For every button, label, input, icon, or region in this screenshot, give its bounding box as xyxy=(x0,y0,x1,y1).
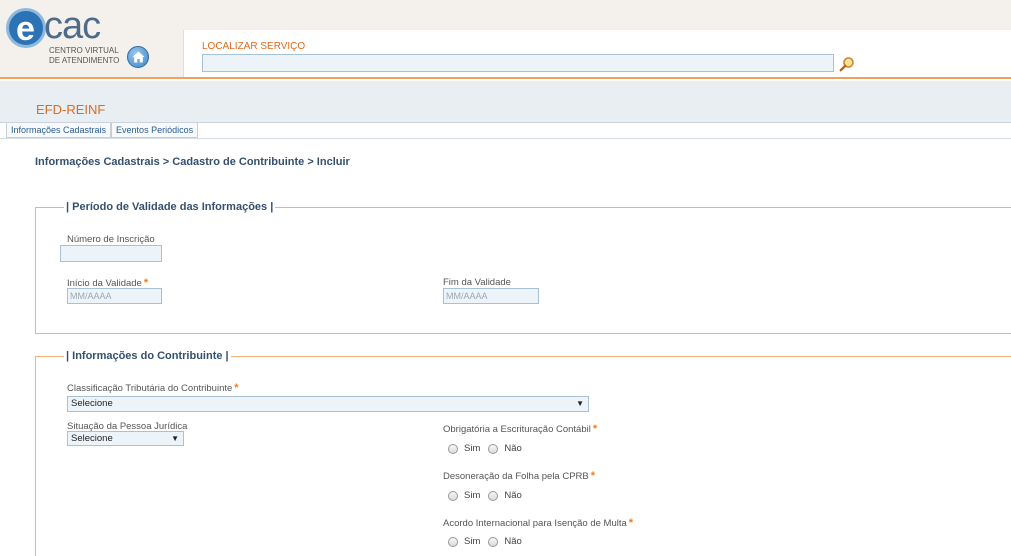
situacao-select[interactable]: Selecione ▼ xyxy=(67,431,184,446)
contributor-info-section: | Informações do Contribuinte | Classifi… xyxy=(35,349,1011,556)
option-sim-label: Sim xyxy=(464,536,481,547)
chevron-down-icon: ▼ xyxy=(171,434,179,443)
fim-validade-label: Fim da Validade xyxy=(443,277,511,288)
search-label: LOCALIZAR SERVIÇO xyxy=(202,41,306,52)
tab-eventos-periodicos[interactable]: Eventos Periódicos xyxy=(111,123,199,138)
desoneracao-nao-radio[interactable] xyxy=(488,490,499,501)
section-legend-contributor: | Informações do Contribuinte | xyxy=(64,349,231,363)
escrituracao-nao-radio[interactable] xyxy=(488,443,499,454)
tabs-divider xyxy=(0,138,1011,139)
acordo-nao-radio[interactable] xyxy=(488,536,499,547)
home-icon[interactable] xyxy=(127,46,149,68)
acordo-sim-radio[interactable] xyxy=(448,536,458,547)
breadcrumb: Informações Cadastrais > Cadastro de Con… xyxy=(35,156,350,168)
validity-period-section: | Período de Validade das Informações | … xyxy=(35,200,1011,334)
required-marker: * xyxy=(592,423,598,435)
classificacao-select[interactable]: Selecione ▼ xyxy=(67,396,589,412)
module-bar: EFD-REINF xyxy=(0,81,1011,123)
magnifier-icon[interactable] xyxy=(839,56,857,74)
desoneracao-sim-radio[interactable] xyxy=(448,490,458,501)
tab-bar: Informações Cadastrais Eventos Periódico… xyxy=(6,123,199,138)
fim-validade-input[interactable]: MM/AAAA xyxy=(443,288,539,304)
required-marker: * xyxy=(628,517,634,529)
search-panel: LOCALIZAR SERVIÇO xyxy=(183,30,1011,77)
search-input[interactable] xyxy=(202,54,834,72)
desoneracao-label: Desoneração da Folha pela CPRB * xyxy=(443,470,596,482)
module-title: EFD-REINF xyxy=(36,102,106,117)
desoneracao-radio-group: Sim Não xyxy=(448,490,530,501)
option-nao-label: Não xyxy=(504,443,522,454)
logo-wordmark: cac xyxy=(44,5,101,47)
classificacao-label: Classificação Tributária do Contribuinte… xyxy=(67,382,239,394)
logo-subtitle: CENTRO VIRTUAL DE ATENDIMENTO xyxy=(49,46,120,65)
escrituracao-label: Obrigatória a Escrituração Contábil * xyxy=(443,423,598,435)
inicio-validade-input[interactable]: MM/AAAA xyxy=(67,288,162,304)
tab-informacoes-cadastrais[interactable]: Informações Cadastrais xyxy=(6,123,112,138)
logo-e-mark: e xyxy=(6,8,46,48)
option-sim-label: Sim xyxy=(464,490,481,501)
option-nao-label: Não xyxy=(504,536,522,547)
escrituracao-radio-group: Sim Não xyxy=(448,443,530,454)
acordo-label: Acordo Internacional para Isenção de Mul… xyxy=(443,517,634,529)
option-sim-label: Sim xyxy=(464,443,481,454)
required-marker: * xyxy=(590,470,596,482)
ecac-logo[interactable]: e cac CENTRO VIRTUAL DE ATENDIMENTO xyxy=(6,6,126,70)
acordo-radio-group: Sim Não xyxy=(448,536,530,547)
numero-inscricao-label: Número de Inscrição xyxy=(67,234,155,245)
escrituracao-sim-radio[interactable] xyxy=(448,443,458,454)
required-marker: * xyxy=(234,382,239,394)
section-legend-validity: | Período de Validade das Informações | xyxy=(64,200,276,214)
chevron-down-icon: ▼ xyxy=(576,399,584,408)
option-nao-label: Não xyxy=(504,490,522,501)
numero-inscricao-input[interactable] xyxy=(60,245,162,262)
app-header: e cac CENTRO VIRTUAL DE ATENDIMENTO LOCA… xyxy=(0,0,1011,79)
